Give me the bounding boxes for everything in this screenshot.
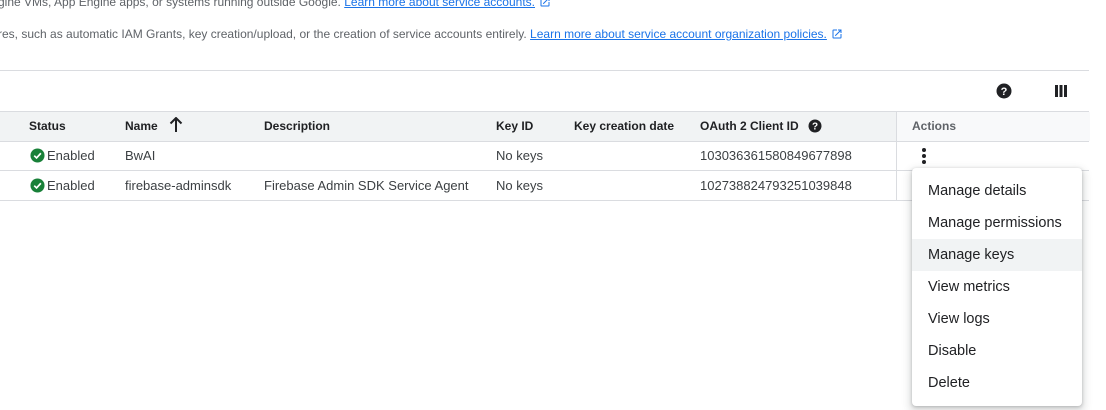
column-header-name[interactable]: Name xyxy=(125,112,183,141)
column-header-key-id[interactable]: Key ID xyxy=(496,112,533,141)
column-header-oauth-client-id[interactable]: OAuth 2 Client ID ? xyxy=(700,112,822,141)
column-header-key-creation-date[interactable]: Key creation date xyxy=(574,112,674,141)
svg-text:?: ? xyxy=(1001,86,1008,98)
help-icon[interactable]: ? xyxy=(808,115,822,144)
intro-line-1: gine VMs, App Engine apps, or systems ru… xyxy=(0,0,1106,11)
column-display-icon[interactable] xyxy=(1049,79,1073,103)
learn-more-service-accounts-link[interactable]: Learn more about service accounts. xyxy=(344,0,535,9)
intro-line-2-text: res, such as automatic IAM Grants, key c… xyxy=(0,27,527,41)
sort-ascending-icon xyxy=(169,115,183,144)
column-header-actions-label: Actions xyxy=(912,119,957,133)
status-text: Enabled xyxy=(47,178,95,193)
learn-more-org-policies-link[interactable]: Learn more about service account organiz… xyxy=(530,27,827,41)
table-header: Status Name Description Key ID Key creat… xyxy=(0,111,1090,142)
key-id: No keys xyxy=(496,178,543,193)
column-header-actions: Actions xyxy=(896,112,1090,141)
actions-cell xyxy=(896,141,1090,170)
more-vert-icon[interactable] xyxy=(919,147,929,170)
column-header-status[interactable]: Status xyxy=(29,112,66,141)
menu-item-manage-details[interactable]: Manage details xyxy=(912,175,1082,207)
menu-item-disable[interactable]: Disable xyxy=(912,335,1082,367)
external-link-icon xyxy=(539,0,551,11)
external-link-icon xyxy=(831,28,843,43)
key-id: No keys xyxy=(496,148,543,163)
column-header-oauth-label: OAuth 2 Client ID xyxy=(700,119,799,133)
status-text: Enabled xyxy=(47,148,95,163)
menu-item-view-logs[interactable]: View logs xyxy=(912,303,1082,335)
menu-item-manage-permissions[interactable]: Manage permissions xyxy=(912,207,1082,239)
menu-item-delete[interactable]: Delete xyxy=(912,367,1082,399)
menu-item-manage-keys[interactable]: Manage keys xyxy=(912,239,1082,271)
column-header-name-label: Name xyxy=(125,119,158,133)
intro-line-1-text: gine VMs, App Engine apps, or systems ru… xyxy=(0,0,341,9)
check-circle-icon xyxy=(30,178,45,198)
menu-item-view-metrics[interactable]: View metrics xyxy=(912,271,1082,303)
service-account-name[interactable]: BwAI xyxy=(125,141,155,170)
column-header-description[interactable]: Description xyxy=(264,112,330,141)
description: Firebase Admin SDK Service Agent xyxy=(264,178,469,193)
oauth-client-id: 103036361580849677898 xyxy=(700,148,852,163)
service-account-name[interactable]: firebase-adminsdk xyxy=(125,171,231,200)
svg-text:?: ? xyxy=(812,122,818,133)
help-icon[interactable]: ? xyxy=(992,79,1016,103)
table-row[interactable]: Enabled BwAI No keys 1030363615808496778… xyxy=(0,141,1089,171)
actions-menu: Manage details Manage permissions Manage… xyxy=(912,168,1082,406)
check-circle-icon xyxy=(30,148,45,168)
oauth-client-id: 102738824793251039848 xyxy=(700,178,852,193)
intro-line-2: res, such as automatic IAM Grants, key c… xyxy=(0,27,1106,43)
section-divider xyxy=(0,70,1089,71)
